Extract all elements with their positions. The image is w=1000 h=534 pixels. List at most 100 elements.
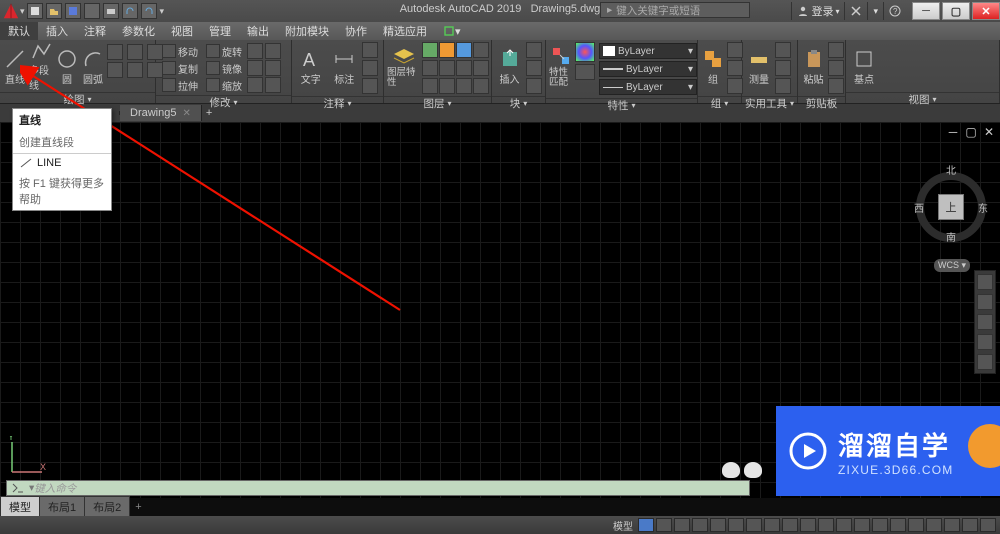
qat-saveas-icon[interactable] xyxy=(84,3,100,19)
tab-view[interactable]: 视图 xyxy=(163,22,201,40)
panel-block-label[interactable]: 块▾ xyxy=(492,96,545,110)
tab-featured[interactable]: 精选应用 xyxy=(375,22,435,40)
status-custom-icon[interactable] xyxy=(980,518,996,532)
layout-1[interactable]: 布局1 xyxy=(39,496,85,518)
fillet-icon[interactable] xyxy=(247,60,263,76)
status-clean-icon[interactable] xyxy=(962,518,978,532)
status-ann-icon[interactable] xyxy=(800,518,816,532)
tab-insert[interactable]: 插入 xyxy=(38,22,76,40)
tab-parametric[interactable]: 参数化 xyxy=(114,22,163,40)
command-line-input[interactable]: ▾ 键入命令 xyxy=(6,480,750,496)
table-icon[interactable] xyxy=(362,60,378,76)
copy-button[interactable]: 复制 xyxy=(159,60,201,76)
create-block-icon[interactable] xyxy=(526,42,542,58)
color-wheel-icon[interactable] xyxy=(575,42,595,62)
tab-default[interactable]: 默认 xyxy=(0,22,38,40)
help-dropdown-icon[interactable]: ▾ xyxy=(867,2,883,20)
status-hw-icon[interactable] xyxy=(944,518,960,532)
doc-minimize-icon[interactable]: ─ xyxy=(946,125,960,139)
trim-icon[interactable] xyxy=(247,43,263,59)
select-all-icon[interactable] xyxy=(775,42,791,58)
app-menu-dropdown-icon[interactable]: ▾ xyxy=(20,6,25,17)
scale-button[interactable]: 缩放 xyxy=(203,77,245,93)
arc-button[interactable]: 圆弧 xyxy=(81,42,105,90)
status-quick-icon[interactable] xyxy=(890,518,906,532)
status-osnap-icon[interactable] xyxy=(710,518,726,532)
id-icon[interactable] xyxy=(775,78,791,94)
window-close-button[interactable]: ✕ xyxy=(972,2,1000,20)
status-ws-icon[interactable] xyxy=(836,518,852,532)
copy-clip-icon[interactable] xyxy=(828,60,844,76)
calc-icon[interactable] xyxy=(775,60,791,76)
status-model[interactable]: 模型 xyxy=(610,518,636,533)
tab-output[interactable]: 输出 xyxy=(239,22,277,40)
panel-modify-label[interactable]: 修改▾ xyxy=(156,95,291,109)
panel-clip-label[interactable]: 剪贴板 xyxy=(798,96,845,110)
exchange-icon[interactable] xyxy=(844,2,867,20)
qat-redo-icon[interactable] xyxy=(141,3,157,19)
line-button[interactable]: 直线 xyxy=(3,42,27,90)
qat-customize-icon[interactable]: ▾ xyxy=(160,6,165,17)
viewcube-top-face[interactable]: 上 xyxy=(938,194,964,220)
paste-button[interactable]: 粘贴 xyxy=(801,42,826,90)
layer-lock-icon[interactable] xyxy=(456,42,472,58)
list-prop-icon[interactable] xyxy=(575,64,595,80)
leader-icon[interactable] xyxy=(362,42,378,58)
panel-view-label[interactable]: 视图▾ xyxy=(846,92,999,106)
ellipse-icon[interactable] xyxy=(127,44,143,60)
paste-special-icon[interactable] xyxy=(828,78,844,94)
panel-util-label[interactable]: 实用工具▾ xyxy=(742,96,797,110)
qat-save-icon[interactable] xyxy=(65,3,81,19)
layout-model[interactable]: 模型 xyxy=(0,496,40,518)
layer-iso-icon[interactable] xyxy=(422,60,438,76)
explode-icon[interactable] xyxy=(265,60,281,76)
status-ortho-icon[interactable] xyxy=(674,518,690,532)
measure-button[interactable]: 测量 xyxy=(745,42,773,90)
rotate-button[interactable]: 旋转 xyxy=(203,43,245,59)
qat-new-icon[interactable] xyxy=(27,3,43,19)
tab-annotate[interactable]: 注释 xyxy=(76,22,114,40)
dim-button[interactable]: 标注 xyxy=(329,42,361,90)
qat-undo-icon[interactable] xyxy=(122,3,138,19)
window-maximize-button[interactable]: ▢ xyxy=(942,2,970,20)
panel-annotate-label[interactable]: 注释▾ xyxy=(292,96,383,110)
tab-addins[interactable]: 附加模块 xyxy=(277,22,337,40)
panel-group-label[interactable]: 组▾ xyxy=(698,96,741,110)
status-units-icon[interactable] xyxy=(872,518,888,532)
layer-d-icon[interactable] xyxy=(473,78,489,94)
status-grid-icon[interactable] xyxy=(638,518,654,532)
rect-icon[interactable] xyxy=(107,44,123,60)
ungroup-icon[interactable] xyxy=(727,42,743,58)
qat-plot-icon[interactable] xyxy=(103,3,119,19)
erase-icon[interactable] xyxy=(265,43,281,59)
mirror-button[interactable]: 镜像 xyxy=(203,60,245,76)
lineweight-select[interactable]: ByLayer▾ xyxy=(599,61,697,77)
stretch-button[interactable]: 拉伸 xyxy=(159,77,201,93)
array-icon[interactable] xyxy=(247,77,263,93)
tab-manage[interactable]: 管理 xyxy=(201,22,239,40)
layer-match-icon[interactable] xyxy=(456,60,472,76)
status-trans-icon[interactable] xyxy=(764,518,780,532)
layer-off-icon[interactable] xyxy=(439,60,455,76)
cloud-icon[interactable] xyxy=(362,78,378,94)
cut-icon[interactable] xyxy=(828,42,844,58)
match-prop-button[interactable]: 特性匹配 xyxy=(549,42,573,90)
edit-block-icon[interactable] xyxy=(526,60,542,76)
tab-collab[interactable]: 协作 xyxy=(337,22,375,40)
status-scale-icon[interactable] xyxy=(818,518,834,532)
layer-prev-icon[interactable] xyxy=(473,60,489,76)
file-tab-close-icon[interactable]: ✕ xyxy=(182,108,190,119)
polyline-button[interactable]: 多段线 xyxy=(29,42,53,90)
panel-draw-label[interactable]: 绘图▾ xyxy=(0,92,155,106)
layer-a-icon[interactable] xyxy=(422,78,438,94)
linetype-select[interactable]: ByLayer▾ xyxy=(599,79,697,95)
nav-pan-icon[interactable] xyxy=(977,294,993,310)
nav-wheel-icon[interactable] xyxy=(977,274,993,290)
panel-prop-label[interactable]: 特性▾ xyxy=(546,98,697,112)
status-monitor-icon[interactable] xyxy=(854,518,870,532)
group-edit-icon[interactable] xyxy=(727,60,743,76)
status-lock-icon[interactable] xyxy=(908,518,924,532)
status-iso-icon[interactable] xyxy=(926,518,942,532)
app-logo-icon[interactable] xyxy=(0,0,22,22)
doc-close-icon[interactable]: ✕ xyxy=(982,125,996,139)
